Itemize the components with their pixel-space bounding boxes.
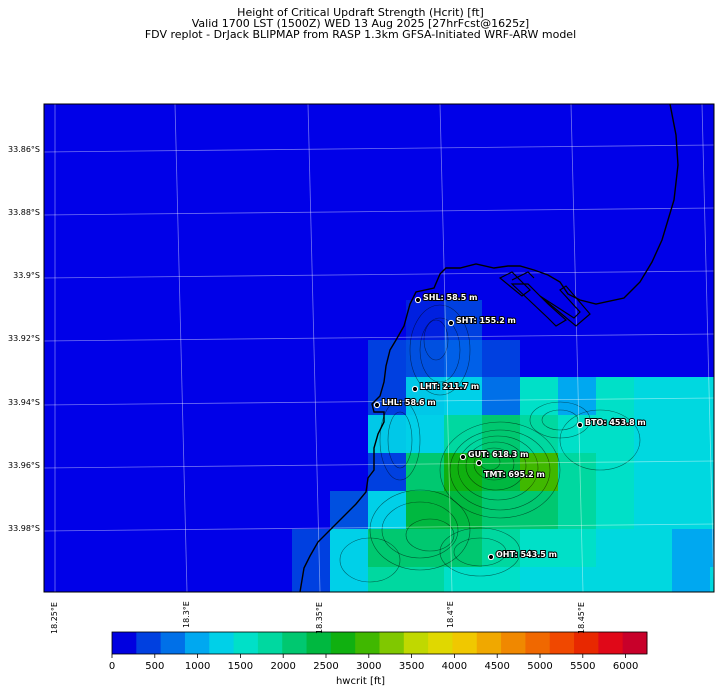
colorbar-swatch bbox=[257, 632, 283, 654]
colorbar-swatch bbox=[549, 632, 575, 654]
colorbar-swatch bbox=[160, 632, 186, 654]
colorbar-swatch bbox=[403, 632, 429, 654]
site-label: SHL: 58.5 m bbox=[423, 293, 477, 302]
site-marker bbox=[459, 453, 467, 461]
colorbar-tick-label: 4000 bbox=[441, 661, 468, 672]
site-marker bbox=[373, 401, 381, 409]
colorbar-swatch bbox=[622, 632, 648, 654]
lat-label-2: 33.9°S bbox=[13, 271, 40, 280]
map-canvas: SHL: 58.5 m SHT: 155.2 m LHT: 211.7 m LHL: … bbox=[43, 103, 715, 658]
colorbar-label: hwcrit [ft] bbox=[335, 676, 386, 687]
colorbar-swatch bbox=[428, 632, 453, 654]
colorbar-swatch bbox=[476, 632, 502, 654]
colorbar-swatch bbox=[233, 632, 259, 654]
site-label: SHT: 155.2 m bbox=[456, 316, 516, 325]
lat-label-5: 33.96°S bbox=[8, 461, 40, 470]
lat-label-3: 33.92°S bbox=[8, 334, 40, 343]
lon-label-3: 18.4°E bbox=[446, 601, 455, 628]
colorbar-swatch bbox=[330, 632, 356, 654]
colorbar-tick-label: 500 bbox=[145, 661, 165, 672]
colorbar-swatch bbox=[184, 632, 210, 654]
colorbar-swatch bbox=[379, 632, 405, 654]
colorbar-tick-label: 0 bbox=[108, 661, 116, 672]
colorbar-tick-label: 2000 bbox=[270, 661, 296, 672]
colorbar-tick-label: 5500 bbox=[570, 661, 596, 672]
colorbar bbox=[111, 631, 648, 658]
colorbar-swatch bbox=[306, 632, 332, 654]
colorbar-tick-label: 4500 bbox=[484, 661, 510, 672]
colorbar-swatch bbox=[282, 632, 308, 654]
colorbar-tick-label: 5000 bbox=[527, 661, 553, 672]
colorbar-tick-label: 3500 bbox=[398, 661, 425, 672]
colorbar-tick-label: 1500 bbox=[227, 661, 254, 672]
lat-label-0: 33.86°S bbox=[8, 145, 40, 154]
lon-label-1: 18.3°E bbox=[182, 601, 191, 628]
site-label: GUT: 618.3 m bbox=[468, 450, 529, 459]
colorbar-swatch bbox=[136, 632, 162, 654]
site-label: LHT: 211.7 m bbox=[420, 382, 479, 391]
colorbar-swatch bbox=[355, 632, 380, 654]
site-label: BTO: 453.8 m bbox=[585, 418, 646, 427]
lat-label-4: 33.94°S bbox=[8, 398, 40, 407]
colorbar-swatch bbox=[501, 632, 526, 654]
lon-label-2: 18.35°E bbox=[315, 602, 324, 634]
site-marker bbox=[475, 459, 483, 467]
site-label: OHT: 543.5 m bbox=[496, 550, 557, 559]
map-area: SHL: 58.5 m SHT: 155.2 m LHT: 211.7 m LHL: … bbox=[44, 104, 714, 592]
colorbar-swatch bbox=[598, 632, 624, 654]
site-marker bbox=[411, 385, 419, 393]
lat-label-6: 33.98°S bbox=[8, 524, 40, 533]
site-marker bbox=[447, 319, 455, 327]
colorbar-tick-label: 3000 bbox=[356, 661, 382, 672]
colorbar-tick-label: 6000 bbox=[612, 661, 639, 672]
colorbar-swatch bbox=[525, 632, 551, 654]
site-marker bbox=[487, 553, 495, 561]
site-label: LHL: 58.6 m bbox=[382, 398, 436, 407]
lon-label-0: 18.25°E bbox=[50, 602, 59, 634]
lon-label-4: 18.45°E bbox=[577, 602, 586, 634]
site-marker bbox=[414, 296, 422, 304]
colorbar-swatch bbox=[112, 632, 137, 654]
lat-label-1: 33.88°S bbox=[8, 208, 40, 217]
colorbar-tick-label: 2500 bbox=[313, 661, 339, 672]
colorbar-swatch bbox=[452, 632, 478, 654]
site-marker bbox=[576, 421, 584, 429]
colorbar-swatch bbox=[574, 632, 599, 654]
colorbar-tick-label: 1000 bbox=[184, 661, 211, 672]
site-label: TMT: 695.2 m bbox=[484, 470, 545, 479]
colorbar-swatch bbox=[209, 632, 235, 654]
